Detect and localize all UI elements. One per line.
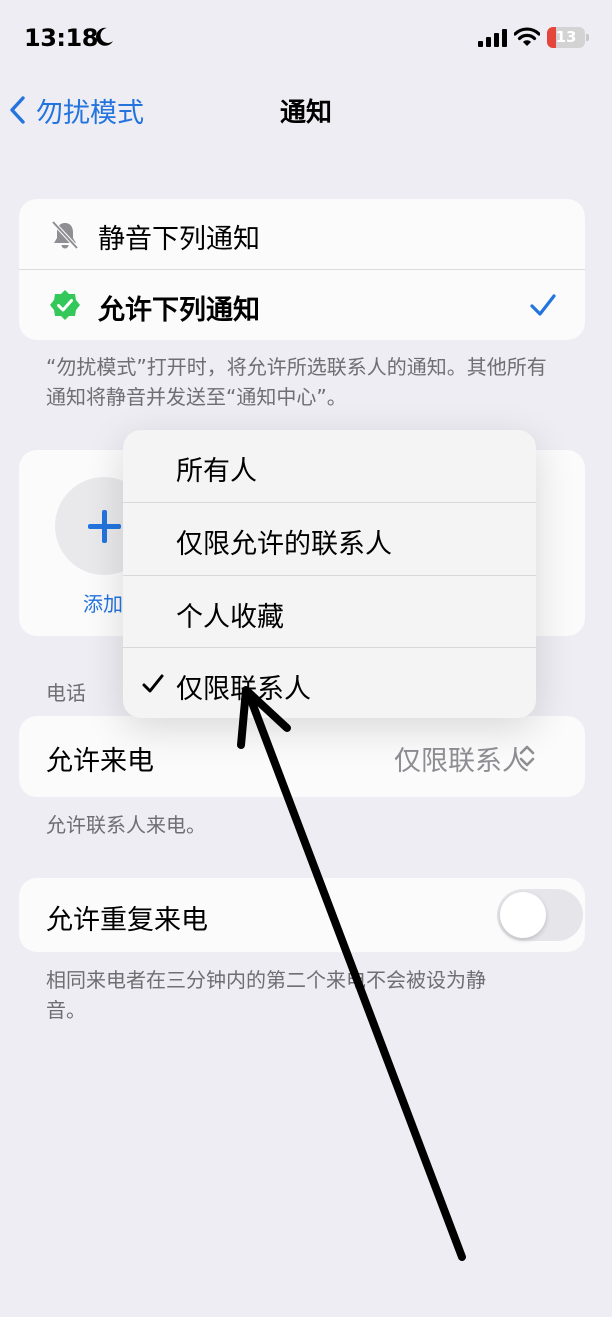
screen: 13:18 13 勿扰模式 通知 静音下列通知 允许下列通知 “勿扰模式”打开时…	[0, 0, 612, 1317]
arrow-annotation	[237, 686, 466, 1261]
